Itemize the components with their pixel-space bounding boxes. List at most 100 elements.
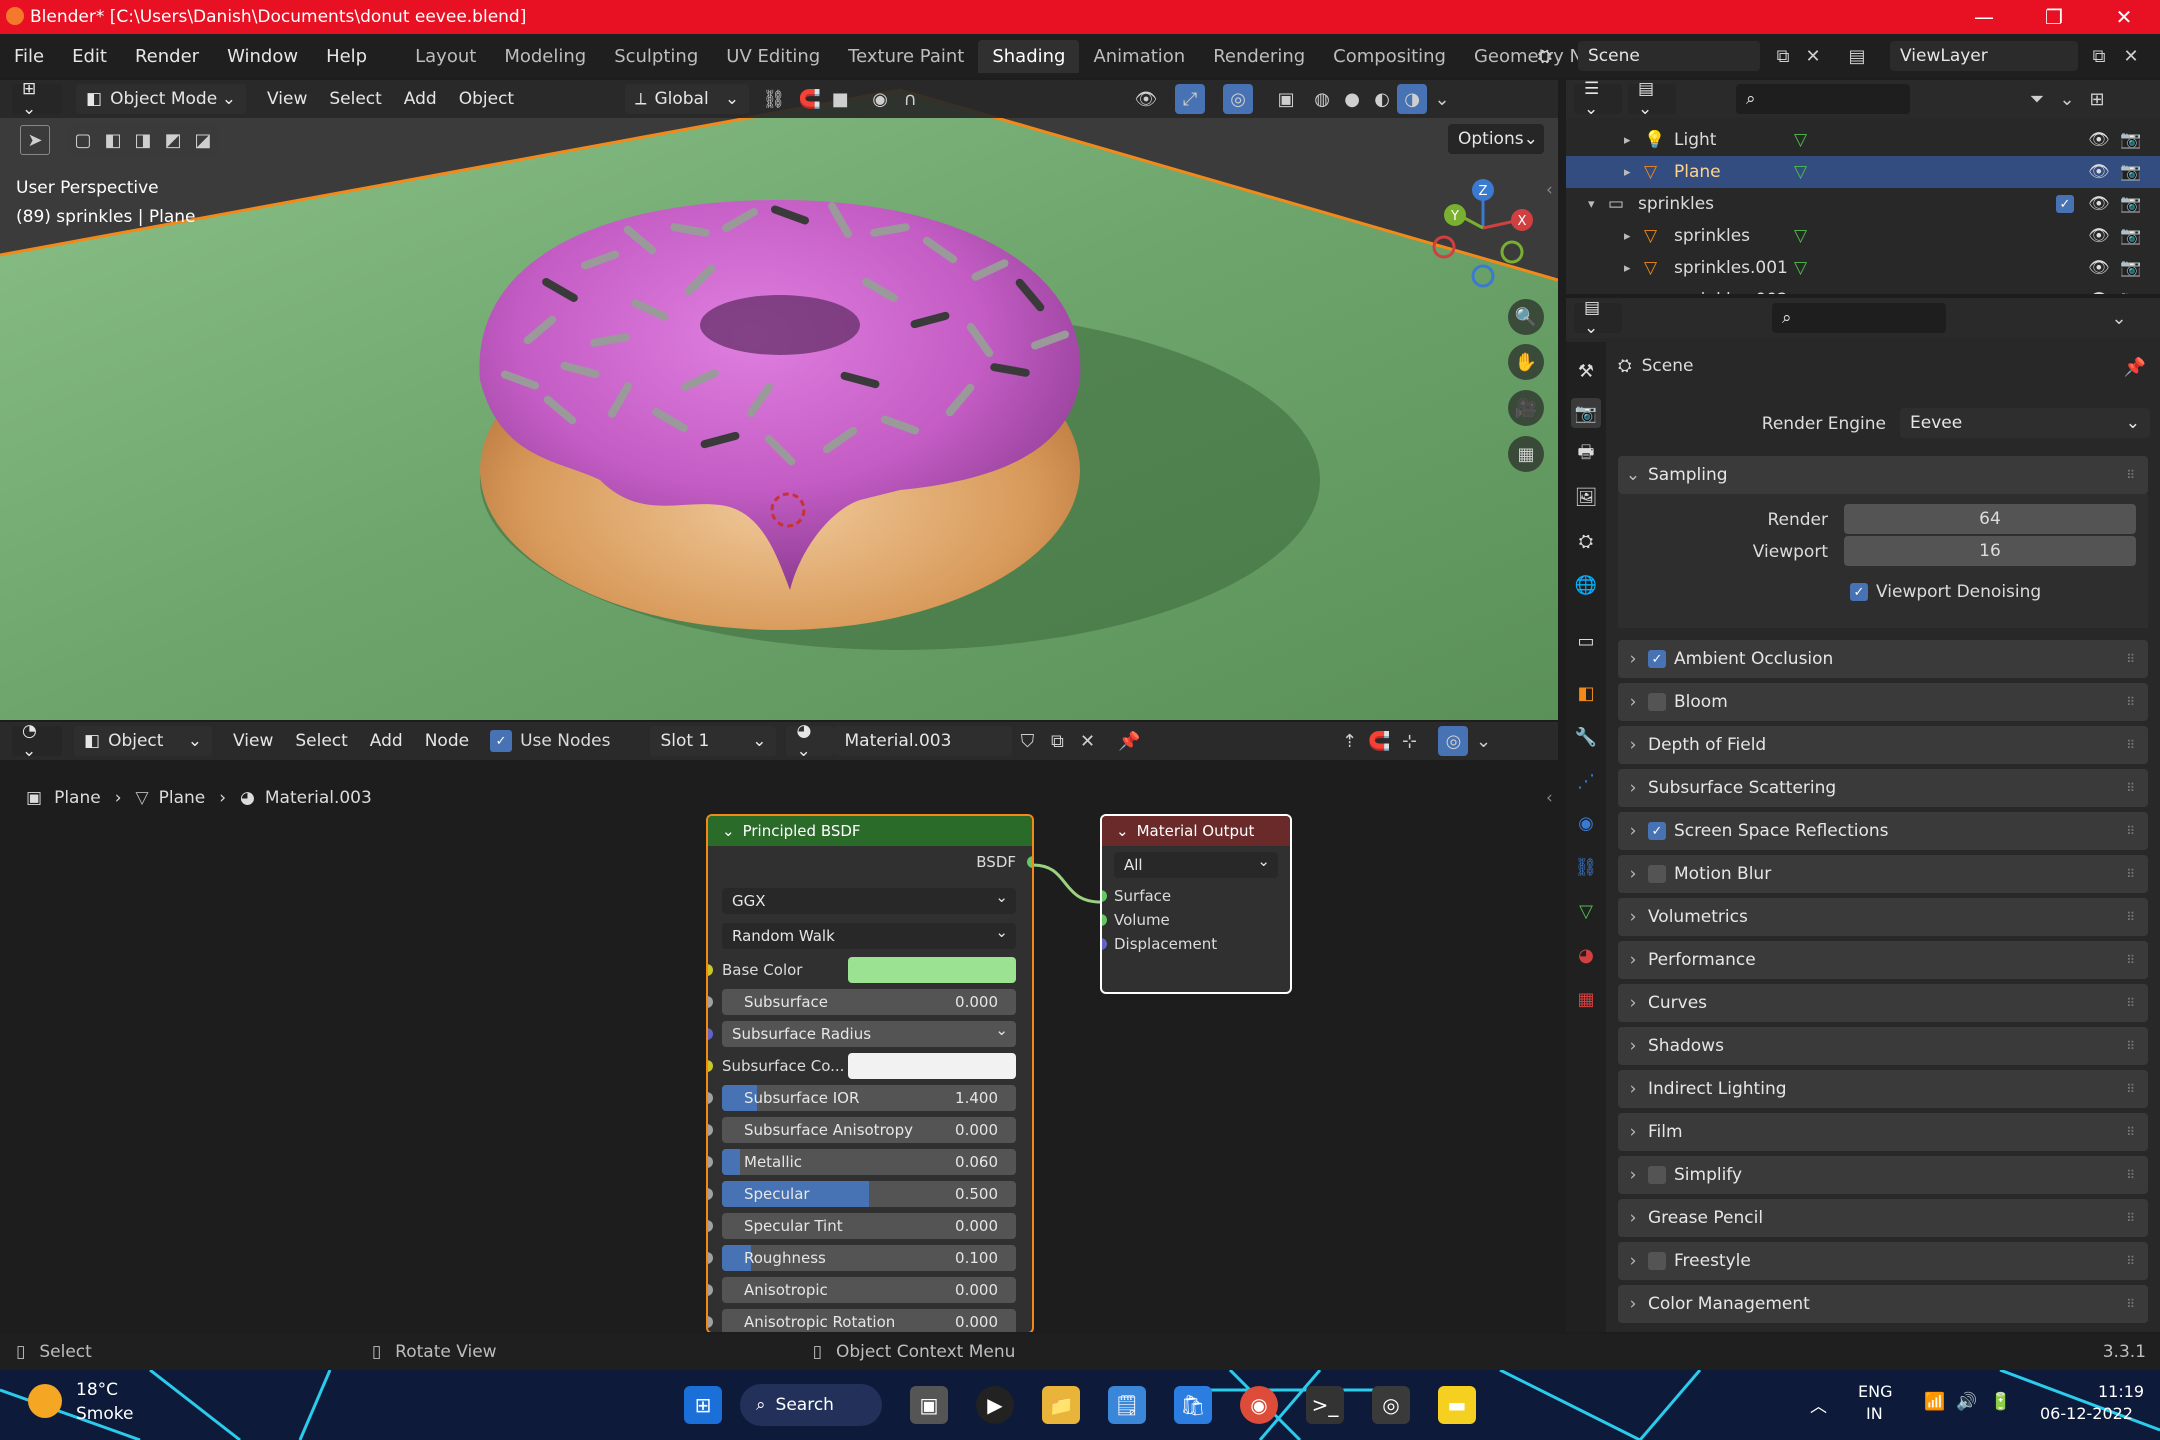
filter-options-icon[interactable]: ⌄ bbox=[2052, 84, 2082, 114]
render-tab-icon[interactable]: 📷 bbox=[1571, 398, 1601, 428]
filter-icon[interactable]: ⏷ bbox=[2022, 84, 2052, 114]
select-subtract-icon[interactable]: ◨ bbox=[128, 125, 158, 155]
value-slider[interactable]: Anisotropic Rotation 0.000 bbox=[722, 1309, 1016, 1332]
input-socket[interactable] bbox=[708, 1252, 713, 1264]
new-scene-icon[interactable]: ⧉ bbox=[1768, 41, 1798, 71]
visibility-icon[interactable]: 👁 bbox=[1131, 84, 1161, 114]
outliner-row[interactable]: ▸ ▽ sprinkles.002 ▽ 👁 📷 bbox=[1566, 284, 2160, 294]
render-camera-icon[interactable]: 📷 bbox=[2120, 162, 2141, 182]
visibility-eye-icon[interactable]: 👁 bbox=[2088, 194, 2110, 214]
drag-grip-icon[interactable]: ⠿ bbox=[2126, 867, 2136, 881]
view-layer-tab-icon[interactable]: 🖼 bbox=[1571, 482, 1601, 512]
panel-ambient-occlusion[interactable]: › ✓ Ambient Occlusion ⠿ bbox=[1618, 640, 2148, 678]
viewport-scene[interactable]: Z X Y bbox=[0, 80, 1558, 720]
windows-start-icon[interactable]: ⊞ bbox=[684, 1386, 722, 1424]
expand-arrow-icon[interactable]: ▸ bbox=[1624, 293, 1631, 295]
orientation-dropdown[interactable]: ⟂ Global ⌄ bbox=[625, 84, 750, 114]
tab-uv-editing[interactable]: UV Editing bbox=[712, 40, 834, 73]
clock-date[interactable]: 06-12-2022 bbox=[2040, 1404, 2133, 1423]
weather-desc[interactable]: Smoke bbox=[76, 1404, 133, 1424]
close-icon[interactable]: ✕ bbox=[2094, 0, 2154, 34]
material-shading-icon[interactable]: ◐ bbox=[1367, 84, 1397, 114]
collection-tab-icon[interactable]: ▭ bbox=[1571, 626, 1601, 656]
weather-sun-icon[interactable] bbox=[28, 1384, 62, 1418]
drag-grip-icon[interactable]: ⠿ bbox=[2126, 910, 2136, 924]
select-new-icon[interactable]: ▢ bbox=[68, 125, 98, 155]
light-data-icon[interactable]: ▽ bbox=[1794, 130, 1807, 150]
exclude-checkbox[interactable]: ✓ bbox=[2056, 195, 2074, 213]
properties-search-input[interactable]: ⌕ bbox=[1772, 303, 1946, 333]
wifi-icon[interactable]: 📶 bbox=[1924, 1392, 1945, 1412]
viewlayer-browse-icon[interactable]: ▤ bbox=[1842, 41, 1872, 71]
value-slider[interactable]: Metallic 0.060 bbox=[722, 1149, 1016, 1175]
output-input-socket[interactable] bbox=[1102, 914, 1107, 926]
clock-time[interactable]: 11:19 bbox=[2098, 1382, 2144, 1401]
language-code[interactable]: ENG bbox=[1858, 1382, 1892, 1401]
expand-arrow-icon[interactable]: ▸ bbox=[1624, 165, 1631, 180]
panel-shadows[interactable]: › Shadows ⠿ bbox=[1618, 1027, 2148, 1065]
viewport-menu-object[interactable]: Object bbox=[448, 89, 525, 109]
rendered-shading-icon[interactable]: ◑ bbox=[1397, 84, 1428, 114]
display-mode-icon[interactable]: ▤ ⌄ bbox=[1628, 80, 1676, 119]
pivot-icon[interactable]: ⛓ bbox=[759, 84, 789, 114]
blender-taskbar-icon[interactable]: ◎ bbox=[1372, 1386, 1410, 1424]
render-camera-icon[interactable]: 📷 bbox=[2120, 130, 2141, 150]
panel-simplify[interactable]: › Simplify ⠿ bbox=[1618, 1156, 2148, 1194]
panel-curves[interactable]: › Curves ⠿ bbox=[1618, 984, 2148, 1022]
tab-texture-paint[interactable]: Texture Paint bbox=[834, 40, 978, 73]
menu-window[interactable]: Window bbox=[213, 46, 312, 67]
world-tab-icon[interactable]: 🌐 bbox=[1571, 570, 1601, 600]
outliner-row[interactable]: ▾ ▭ sprinkles ✓ 👁 📷 bbox=[1566, 188, 2160, 220]
taskbar-search[interactable]: ⌕ Search bbox=[740, 1384, 882, 1426]
drag-grip-icon[interactable]: ⠿ bbox=[2126, 781, 2136, 795]
material-output-node[interactable]: ⌄ Material Output All Surface Volume Displa… bbox=[1100, 814, 1292, 994]
output-tab-icon[interactable]: 🖶 bbox=[1571, 440, 1601, 470]
drag-grip-icon[interactable]: ⠿ bbox=[2126, 1039, 2136, 1053]
panel-volumetrics[interactable]: › Volumetrics ⠿ bbox=[1618, 898, 2148, 936]
collapse-icon[interactable]: ⌄ bbox=[1116, 822, 1129, 840]
overlay-toggle-icon[interactable]: ◎ bbox=[1223, 84, 1254, 114]
mesh-data-icon[interactable]: ▽ bbox=[1794, 258, 1807, 278]
expand-arrow-icon[interactable]: ▸ bbox=[1624, 261, 1631, 276]
restore-icon[interactable]: ❐ bbox=[2024, 0, 2084, 34]
panel-enable-checkbox[interactable] bbox=[1648, 1252, 1666, 1270]
menu-help[interactable]: Help bbox=[312, 46, 381, 67]
properties-editor[interactable]: ▤ ⌄ ⌕ ⌄ ⚒ 📷 🖶 🖼 ⛭ 🌐 ▭ ◧ 🔧 ⋰ ◉ ⛓ ▽ ◕ ▦ ⛭ … bbox=[1566, 298, 2160, 1332]
mesh-data-icon[interactable]: ▽ bbox=[1794, 290, 1807, 294]
panel-enable-checkbox[interactable] bbox=[1648, 1166, 1666, 1184]
falloff-icon[interactable]: ∩ bbox=[895, 84, 925, 114]
particles-tab-icon[interactable]: ⋰ bbox=[1571, 766, 1601, 796]
value-slider[interactable]: Subsurface 0.000 bbox=[722, 989, 1016, 1015]
volume-icon[interactable]: 🔊 bbox=[1956, 1392, 1977, 1412]
sidebar-toggle-icon[interactable]: ‹ bbox=[1546, 180, 1553, 200]
panel-subsurface-scattering[interactable]: › Subsurface Scattering ⠿ bbox=[1618, 769, 2148, 807]
input-socket[interactable] bbox=[708, 1316, 713, 1328]
drag-grip-icon[interactable]: ⠿ bbox=[2126, 695, 2136, 709]
options-dropdown[interactable]: Options ⌄ bbox=[1448, 124, 1544, 154]
delete-viewlayer-icon[interactable]: ✕ bbox=[2116, 41, 2146, 71]
outliner-row[interactable]: ▸ ▽ sprinkles ▽ 👁 📷 bbox=[1566, 220, 2160, 252]
mesh-data-icon[interactable]: ▽ bbox=[1794, 162, 1807, 182]
gizmo-toggle-icon[interactable]: ⤢ bbox=[1175, 84, 1206, 114]
tool-tab-icon[interactable]: ⚒ bbox=[1571, 356, 1601, 386]
camera-view-icon[interactable]: 🎥 bbox=[1508, 390, 1544, 426]
scene-selector[interactable]: Scene bbox=[1578, 41, 1760, 71]
outliner-row[interactable]: ▸ ▽ sprinkles.001 ▽ 👁 📷 bbox=[1566, 252, 2160, 284]
value-slider[interactable]: Specular 0.500 bbox=[722, 1181, 1016, 1207]
render-camera-icon[interactable]: 📷 bbox=[2120, 290, 2141, 294]
solid-shading-icon[interactable]: ● bbox=[1337, 84, 1367, 114]
task-view-icon[interactable]: ▣ bbox=[910, 1386, 948, 1424]
subsurface-method-dropdown[interactable]: Random Walk bbox=[722, 919, 1016, 949]
drag-grip-icon[interactable]: ⠿ bbox=[2126, 996, 2136, 1010]
pin-icon[interactable]: 📌 bbox=[2120, 352, 2150, 382]
panel-enable-checkbox[interactable]: ✓ bbox=[1648, 822, 1666, 840]
input-socket[interactable] bbox=[708, 1188, 713, 1200]
battery-icon[interactable]: 🔋 bbox=[1990, 1392, 2011, 1412]
properties-options-icon[interactable]: ⌄ bbox=[2104, 303, 2134, 333]
sampling-panel-header[interactable]: ⌄ Sampling ⠿ bbox=[1618, 456, 2148, 494]
drag-grip-icon[interactable]: ⠿ bbox=[2126, 1254, 2136, 1268]
drag-grip-icon[interactable]: ⠿ bbox=[2126, 953, 2136, 967]
panel-indirect-lighting[interactable]: › Indirect Lighting ⠿ bbox=[1618, 1070, 2148, 1108]
zoom-icon[interactable]: 🔍 bbox=[1508, 299, 1544, 335]
subsurface-color-socket[interactable] bbox=[708, 1060, 713, 1072]
